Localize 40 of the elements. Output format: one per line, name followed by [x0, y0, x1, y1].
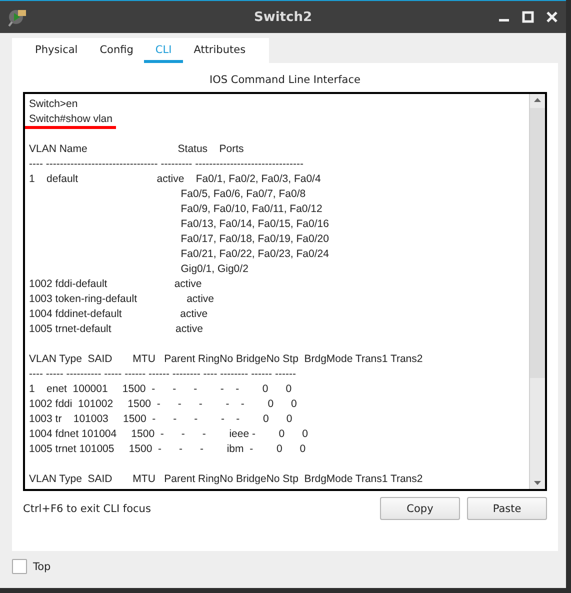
checkbox-label: Top: [33, 560, 51, 572]
scroll-up-icon[interactable]: [534, 98, 541, 102]
terminal-line: Fa0/9, Fa0/10, Fa0/11, Fa0/12: [180, 203, 322, 215]
terminal-line: Fa0/21, Fa0/22, Fa0/23, Fa0/24: [180, 248, 329, 260]
terminal-line: 1003 token-ring-default active: [29, 293, 214, 305]
window-title: Switch2: [254, 10, 312, 24]
terminal-line: 1004 fddinet-default active: [29, 308, 208, 320]
terminal-line: 1002 fddi 101002 1500 - - - - - 0 0: [29, 398, 297, 410]
terminal-line: 1003 tr 101003 1500 - - - - - 0 0: [29, 413, 292, 425]
terminal-line: 1002 fddi-default active: [29, 278, 202, 290]
terminal-line: Gig0/1, Gig0/2: [180, 263, 248, 275]
terminal-line: VLAN Name Status Ports: [29, 143, 244, 155]
terminal-line: Fa0/5, Fa0/6, Fa0/7, Fa0/8: [180, 188, 306, 200]
focus-hint: Ctrl+F6 to exit CLI focus: [23, 502, 151, 514]
terminal-line: VLAN Type SAID MTU Parent RingNo BridgeNo Stp BrdgMode Trans1 Trans2: [29, 353, 423, 365]
scroll-down-icon[interactable]: [534, 481, 541, 485]
action-button[interactable]: Paste: [467, 497, 547, 520]
tab[interactable]: Physical: [24, 38, 89, 63]
close-icon[interactable]: [546, 11, 558, 23]
terminal-line: ---- ----- ---------- ----- ------ ------ -------- ---- -------- ------ ------: [29, 368, 296, 380]
action-button[interactable]: Copy: [380, 497, 460, 520]
terminal-line: 1 default active Fa0/1, Fa0/2, Fa0/3, Fa0/4: [29, 173, 321, 185]
terminal-line: ---- -------------------------------- --------- -------------------------------: [29, 158, 304, 170]
terminal-line: 1 enet 100001 1500 - - - - - 0 0: [29, 383, 292, 395]
panel-heading: IOS Command Line Interface: [210, 74, 360, 86]
scrollbar[interactable]: [529, 94, 545, 489]
top-checkbox[interactable]: [12, 559, 27, 574]
app-icon: [8, 7, 28, 27]
terminal-line: Switch>en: [29, 98, 78, 110]
terminal-line: 1005 trnet 101005 1500 - - - ibm - 0 0: [29, 443, 306, 455]
terminal-output[interactable]: [23, 92, 547, 491]
tab[interactable]: Config: [88, 38, 144, 63]
terminal-line: Switch#show vlan: [29, 113, 112, 125]
terminal-line: Fa0/13, Fa0/14, Fa0/15, Fa0/16: [180, 218, 329, 230]
maximize-icon[interactable]: [522, 11, 534, 23]
tab[interactable]: Attributes: [182, 38, 257, 63]
terminal-line: 1005 trnet-default active: [29, 323, 203, 335]
terminal-line: 1004 fdnet 101004 1500 - - - ieee - 0 0: [29, 428, 308, 440]
terminal-line: Fa0/17, Fa0/18, Fa0/19, Fa0/20: [180, 233, 329, 245]
terminal-line: VLAN Type SAID MTU Parent RingNo BridgeNo Stp BrdgMode Trans1 Trans2: [29, 473, 423, 485]
